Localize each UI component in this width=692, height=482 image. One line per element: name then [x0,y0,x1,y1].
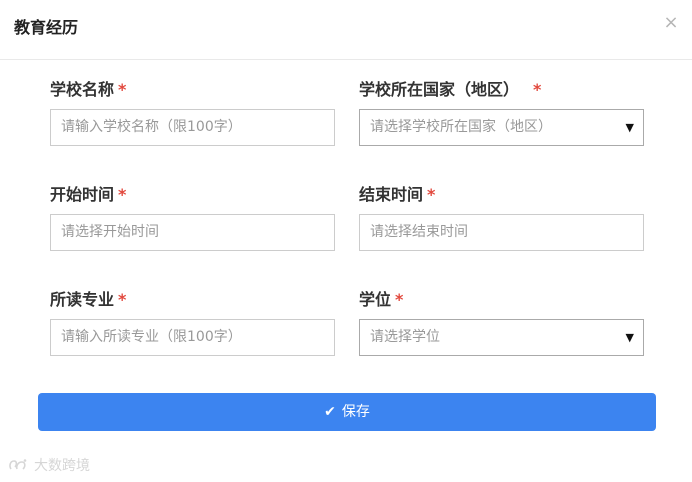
major-label-text: 所读专业 [50,290,115,309]
dialog-header: 教育经历 × [0,0,692,60]
start-time-input[interactable]: 请选择开始时间 [50,214,335,251]
required-mark: * [395,290,404,309]
school-name-input[interactable]: 请输入学校名称（限100字） [50,109,335,146]
school-name-label: 学校名称 * [50,80,126,100]
start-time-label: 开始时间 * [50,185,126,205]
end-time-label-text: 结束时间 [359,185,424,204]
check-icon: ✔ [324,404,336,420]
major-label: 所读专业 * [50,290,126,310]
required-mark: * [118,80,127,99]
degree-placeholder: 请选择学位 [370,329,440,345]
caret-down-icon: ▼ [625,121,634,134]
required-mark: * [533,80,542,99]
school-name-label-text: 学校名称 [50,80,115,99]
save-button[interactable]: ✔ 保存 [38,393,656,431]
major-input[interactable]: 请输入所读专业（限100字） [50,319,335,356]
school-country-placeholder: 请选择学校所在国家（地区） [370,119,552,135]
watermark: 大数跨境 [8,456,90,476]
degree-select[interactable]: 请选择学位 ▼ [359,319,644,356]
start-time-label-text: 开始时间 [50,185,115,204]
degree-label: 学位 * [359,290,403,310]
watermark-logo-icon [9,459,27,470]
education-dialog: 教育经历 × 学校名称 * 请输入学校名称（限100字） 学校所在国家（地区） * … [0,0,692,482]
save-button-label: 保存 [341,404,370,420]
major-placeholder: 请输入所读专业（限100字） [61,329,242,345]
end-time-placeholder: 请选择结束时间 [370,224,468,240]
watermark-text: 大数跨境 [34,458,90,474]
end-time-label: 结束时间 * [359,185,435,205]
end-time-input[interactable]: 请选择结束时间 [359,214,644,251]
start-time-placeholder: 请选择开始时间 [61,224,159,240]
dialog-title: 教育经历 [14,18,79,37]
caret-down-icon: ▼ [625,331,634,344]
degree-label-text: 学位 [359,290,392,309]
school-country-label-text: 学校所在国家（地区） [359,80,520,99]
school-name-placeholder: 请输入学校名称（限100字） [61,119,242,135]
school-country-label: 学校所在国家（地区） * [359,80,541,100]
required-mark: * [118,185,127,204]
close-icon[interactable]: × [662,14,680,32]
school-country-select[interactable]: 请选择学校所在国家（地区） ▼ [359,109,644,146]
required-mark: * [118,290,127,309]
required-mark: * [427,185,436,204]
